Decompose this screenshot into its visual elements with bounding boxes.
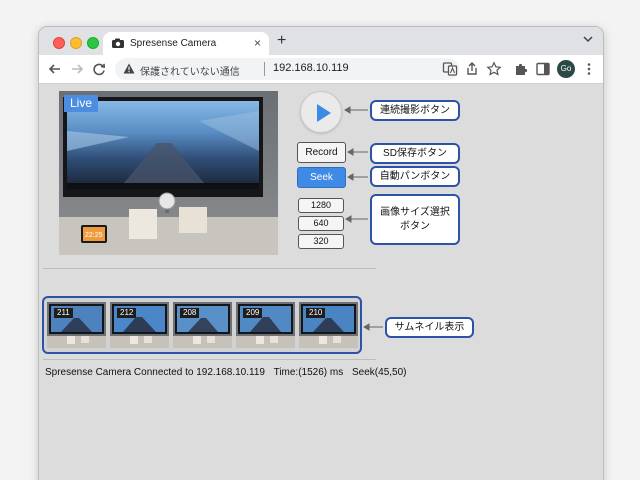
side-panel-icon[interactable] xyxy=(535,61,551,77)
continuous-capture-button[interactable] xyxy=(300,91,342,133)
play-icon xyxy=(317,104,331,122)
security-indicator[interactable]: 保護されていない通信 xyxy=(140,63,240,78)
connection-status: Spresense Camera Connected to 192.168.10… xyxy=(45,367,265,378)
size-320-button[interactable]: 320 xyxy=(298,234,344,249)
camera-icon xyxy=(112,38,124,48)
sd-save-callout: SD保存ボタン xyxy=(370,143,460,164)
thumbnail[interactable]: 212 xyxy=(110,302,169,348)
thumbnail[interactable]: 209 xyxy=(236,302,295,348)
thumbnail-label: 210 xyxy=(306,308,326,318)
thumbnail-label: 211 xyxy=(54,308,73,318)
thumbnail[interactable]: 211 xyxy=(47,302,106,348)
back-arrow-icon[interactable] xyxy=(47,61,63,77)
size-1280-button[interactable]: 1280 xyxy=(298,198,344,213)
status-line: Spresense Camera Connected to 192.168.10… xyxy=(45,367,413,378)
tab-strip: Spresense Camera × + xyxy=(39,27,603,56)
new-tab-button[interactable]: + xyxy=(277,32,286,50)
image-size-callout-line2: ボタン xyxy=(400,221,430,232)
thumbnail[interactable]: 210 xyxy=(299,302,358,348)
reload-icon[interactable] xyxy=(91,61,107,77)
browser-toolbar: 保護されていない通信 192.168.10.119 Go xyxy=(39,55,603,84)
seek-status: Seek(45,50) xyxy=(352,367,407,378)
time-status: Time:(1526) ms xyxy=(273,367,344,378)
image-size-callout: 画像サイズ選択 ボタン xyxy=(370,194,460,245)
thumbnail-callout: サムネイル表示 xyxy=(385,317,474,338)
divider xyxy=(43,359,376,360)
warning-icon xyxy=(123,63,135,74)
tab-title: Spresense Camera xyxy=(130,38,217,49)
continuous-capture-callout: 連続撮影ボタン xyxy=(370,100,460,121)
live-badge: Live xyxy=(64,95,99,112)
browser-window: Spresense Camera × + 保護されていない通信 192.168.… xyxy=(38,26,604,480)
minimize-window-button[interactable] xyxy=(70,37,82,49)
thumbnail-label: 209 xyxy=(243,308,263,318)
maximize-window-button[interactable] xyxy=(87,37,99,49)
live-camera-view: 22:25 Live xyxy=(59,91,278,255)
thumbnail[interactable]: 208 xyxy=(173,302,232,348)
bookmark-star-icon[interactable] xyxy=(486,61,502,77)
forward-arrow-icon[interactable] xyxy=(69,61,85,77)
live-camera-frame: 22:25 xyxy=(59,91,278,255)
address-divider xyxy=(264,62,265,76)
url-text[interactable]: 192.168.10.119 xyxy=(273,62,349,74)
address-bar[interactable]: 保護されていない通信 192.168.10.119 xyxy=(115,58,459,80)
auto-pan-callout: 自動パンボタン xyxy=(370,166,460,187)
size-640-button[interactable]: 640 xyxy=(298,216,344,231)
translate-icon[interactable] xyxy=(442,61,458,77)
seek-button[interactable]: Seek xyxy=(297,167,346,188)
image-size-callout-line1: 画像サイズ選択 xyxy=(380,207,450,218)
thumbnail-strip: 211 212 208 209 210 xyxy=(42,296,362,354)
close-window-button[interactable] xyxy=(53,37,65,49)
tab-close-icon[interactable]: × xyxy=(254,36,261,50)
page-content: 22:25 Live Record Seek 1280 640 320 211 … xyxy=(39,85,603,480)
share-icon[interactable] xyxy=(464,61,480,77)
more-vertical-icon[interactable] xyxy=(581,61,597,77)
extensions-puzzle-icon[interactable] xyxy=(513,61,529,77)
clock-display-text: 22:25 xyxy=(85,232,103,239)
profile-avatar[interactable]: Go xyxy=(557,60,575,78)
record-button[interactable]: Record xyxy=(297,142,346,163)
chevron-down-icon[interactable] xyxy=(583,34,593,44)
thumbnail-label: 208 xyxy=(180,308,200,318)
divider xyxy=(43,268,376,269)
thumbnail-label: 212 xyxy=(117,308,137,318)
tab-spresense-camera[interactable]: Spresense Camera × xyxy=(103,32,269,56)
